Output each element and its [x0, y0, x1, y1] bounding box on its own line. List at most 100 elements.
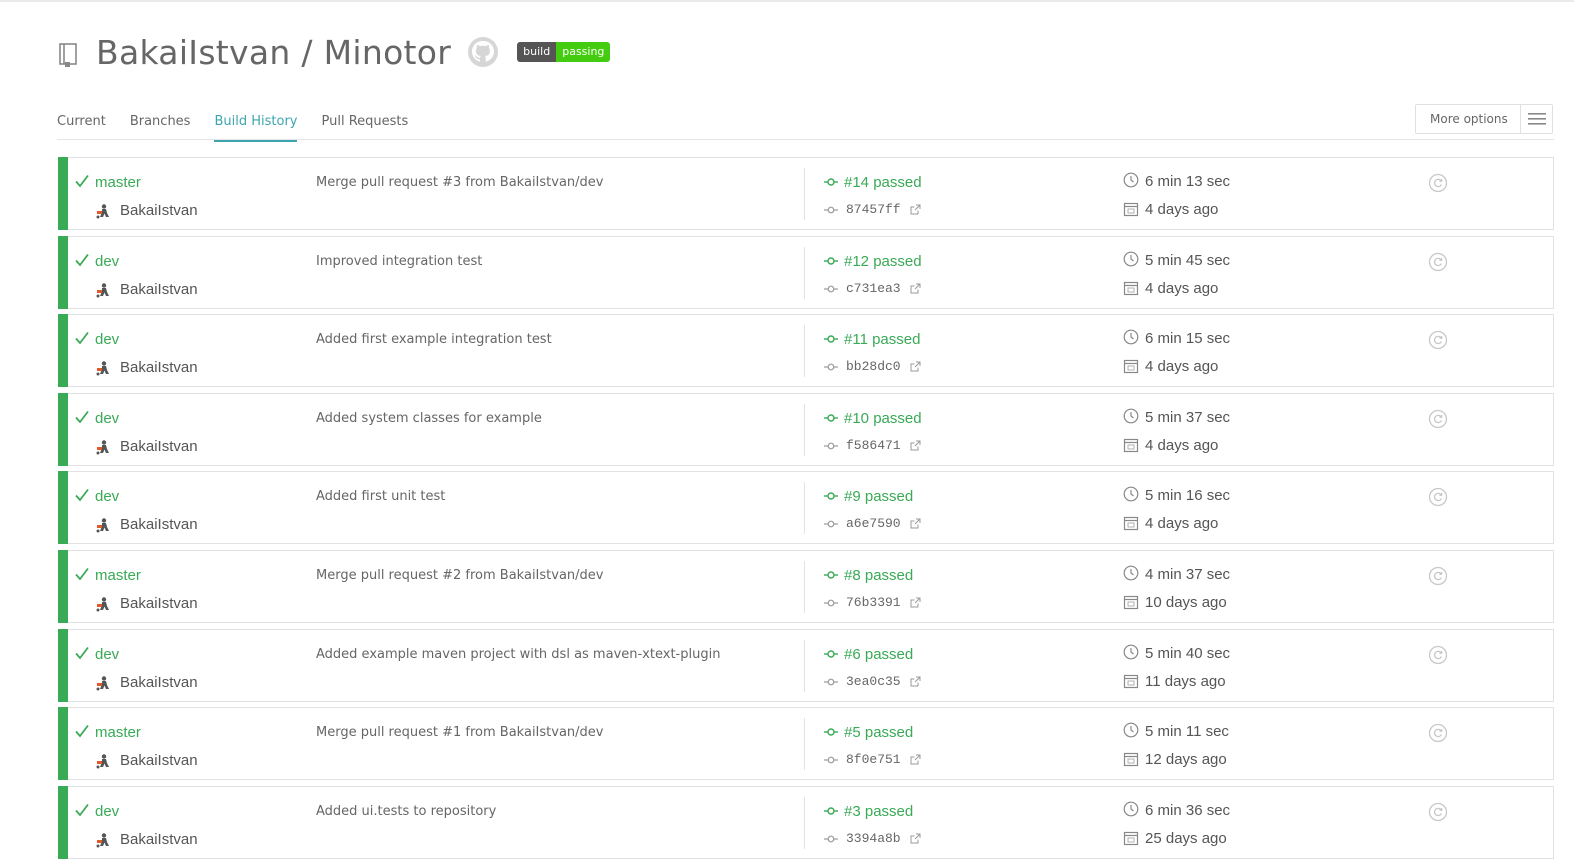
commit-message[interactable]: Added example maven project with dsl as …	[316, 647, 720, 662]
branch-name[interactable]: master	[95, 567, 141, 584]
build-row[interactable]: dev BakaiIstvan Added example maven proj…	[58, 628, 1554, 702]
build-number[interactable]: #6 passed	[844, 646, 913, 663]
commit-author: BakaiIstvan	[120, 202, 198, 219]
external-link-icon[interactable]	[910, 440, 921, 451]
finished-date: 4 days ago	[1145, 358, 1219, 376]
commit-icon	[824, 756, 838, 764]
tab-pull-requests[interactable]: Pull Requests	[321, 110, 408, 140]
commit-sha[interactable]: 8f0e751	[846, 752, 901, 767]
restart-build-icon[interactable]	[1428, 173, 1448, 193]
restart-build-icon[interactable]	[1428, 330, 1448, 350]
hamburger-menu-icon	[1521, 113, 1552, 125]
passed-check-icon	[75, 725, 89, 738]
build-status-badge[interactable]: build passing	[517, 42, 611, 62]
commit-message[interactable]: Added first example integration test	[316, 332, 552, 347]
external-link-icon[interactable]	[910, 754, 921, 765]
status-stripe	[58, 471, 68, 545]
branch-name[interactable]: dev	[95, 410, 119, 427]
commit-message[interactable]: Merge pull request #2 from BakaiIstvan/d…	[316, 568, 603, 583]
external-link-icon[interactable]	[910, 518, 921, 529]
external-link-icon[interactable]	[910, 597, 921, 608]
build-commit-icon	[824, 178, 838, 186]
branch-name[interactable]: dev	[95, 646, 119, 663]
status-stripe	[58, 235, 68, 309]
more-options-label: More options	[1430, 112, 1508, 126]
commit-message[interactable]: Improved integration test	[316, 254, 482, 269]
calendar-icon	[1123, 360, 1139, 374]
user-avatar-icon	[96, 204, 109, 219]
branch-name[interactable]: master	[95, 174, 141, 191]
build-row[interactable]: master BakaiIstvan Merge pull request #1…	[58, 707, 1554, 781]
build-number[interactable]: #11 passed	[844, 331, 920, 348]
build-number[interactable]: #14 passed	[844, 174, 922, 191]
commit-sha[interactable]: a6e7590	[846, 516, 901, 531]
commit-sha[interactable]: 3394a8b	[846, 831, 901, 846]
tab-build-history[interactable]: Build History	[214, 110, 298, 142]
commit-icon	[824, 206, 838, 214]
status-stripe	[58, 392, 68, 466]
commit-icon	[824, 678, 838, 685]
branch-name[interactable]: dev	[95, 803, 119, 820]
external-link-icon[interactable]	[910, 204, 921, 215]
external-link-icon[interactable]	[910, 676, 921, 687]
repo-title[interactable]: BakaiIstvan / Minotor	[96, 33, 451, 72]
restart-build-icon[interactable]	[1428, 802, 1448, 822]
commit-author: BakaiIstvan	[120, 594, 198, 612]
commit-message[interactable]: Added system classes for example	[316, 411, 542, 426]
repo-header: BakaiIstvan / Minotor build passing	[58, 30, 611, 74]
build-row[interactable]: dev BakaiIstvan Added ui.tests to reposi…	[58, 785, 1554, 859]
clock-icon	[1123, 251, 1139, 266]
build-number[interactable]: #8 passed	[844, 567, 913, 584]
row-divider	[804, 168, 805, 220]
clock-icon	[1123, 329, 1139, 345]
restart-build-icon[interactable]	[1428, 252, 1448, 272]
external-link-icon[interactable]	[910, 283, 921, 294]
tab-branches[interactable]: Branches	[130, 110, 191, 140]
tab-current[interactable]: Current	[57, 110, 106, 140]
passed-check-icon	[75, 567, 89, 581]
restart-build-icon[interactable]	[1428, 487, 1448, 507]
branch-name[interactable]: dev	[95, 253, 119, 270]
commit-sha[interactable]: c731ea3	[846, 281, 901, 296]
build-row[interactable]: dev BakaiIstvan Added first unit test #9…	[58, 471, 1554, 545]
more-options-button[interactable]: More options	[1415, 104, 1553, 134]
github-icon[interactable]	[467, 36, 499, 68]
commit-message[interactable]: Added ui.tests to repository	[316, 804, 496, 819]
clock-icon	[1123, 644, 1139, 659]
commit-sha[interactable]: 3ea0c35	[846, 674, 901, 689]
external-link-icon[interactable]	[910, 833, 921, 844]
commit-message[interactable]: Added first unit test	[316, 489, 445, 504]
build-number[interactable]: #9 passed	[844, 488, 913, 505]
commit-message[interactable]: Merge pull request #1 from BakaiIstvan/d…	[316, 725, 603, 740]
row-divider	[804, 482, 805, 535]
restart-build-icon[interactable]	[1428, 723, 1448, 743]
repo-tabs: Current Branches Build History Pull Requ…	[57, 110, 432, 142]
branch-name[interactable]: dev	[95, 331, 119, 348]
commit-author: BakaiIstvan	[120, 359, 198, 377]
branch-name[interactable]: dev	[95, 488, 119, 505]
external-link-icon[interactable]	[910, 361, 921, 372]
build-row[interactable]: dev BakaiIstvan Added first example inte…	[58, 314, 1554, 388]
build-row[interactable]: dev BakaiIstvan Improved integration tes…	[58, 235, 1554, 309]
commit-sha[interactable]: 76b3391	[846, 595, 901, 610]
build-number[interactable]: #3 passed	[844, 803, 913, 820]
build-row[interactable]: master BakaiIstvan Merge pull request #3…	[58, 157, 1554, 230]
commit-sha[interactable]: bb28dc0	[846, 359, 901, 374]
user-avatar-icon	[96, 518, 109, 533]
build-row[interactable]: master BakaiIstvan Merge pull request #2…	[58, 549, 1554, 623]
calendar-icon	[1123, 831, 1139, 845]
row-divider	[804, 639, 805, 692]
restart-build-icon[interactable]	[1428, 566, 1448, 586]
branch-name[interactable]: master	[95, 724, 141, 741]
passed-check-icon	[75, 174, 89, 188]
restart-build-icon[interactable]	[1428, 645, 1448, 665]
commit-sha[interactable]: 87457ff	[846, 202, 901, 217]
build-number[interactable]: #10 passed	[844, 410, 922, 427]
build-row[interactable]: dev BakaiIstvan Added system classes for…	[58, 392, 1554, 466]
build-number[interactable]: #5 passed	[844, 724, 913, 741]
build-number[interactable]: #12 passed	[844, 253, 922, 270]
status-stripe	[58, 157, 68, 230]
commit-sha[interactable]: f586471	[846, 438, 901, 453]
commit-message[interactable]: Merge pull request #3 from BakaiIstvan/d…	[316, 175, 603, 190]
restart-build-icon[interactable]	[1428, 409, 1448, 429]
